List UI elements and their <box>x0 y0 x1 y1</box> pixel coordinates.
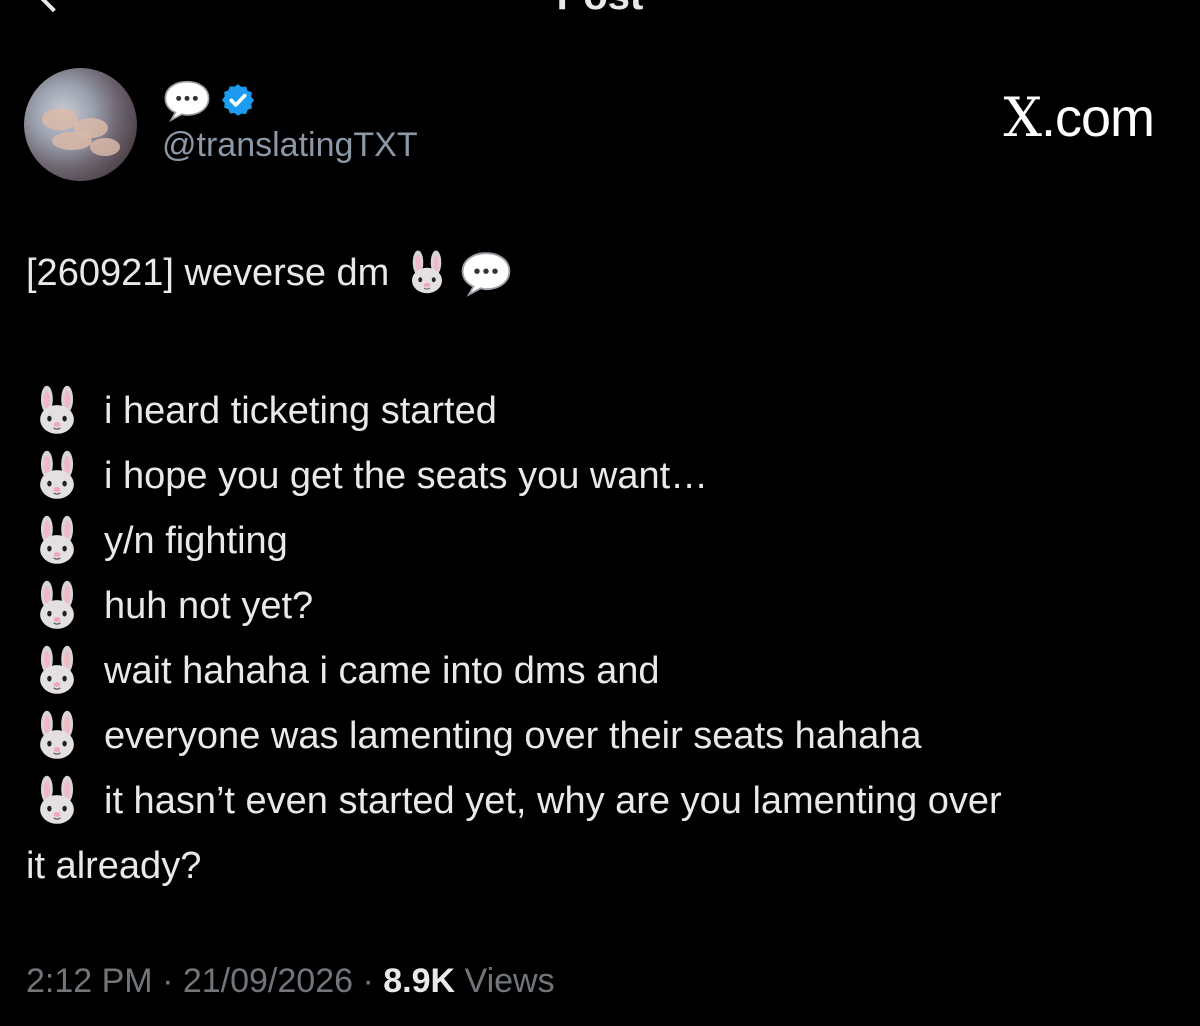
rabbit-face-icon <box>30 384 84 438</box>
screen-title: Post <box>0 0 1200 19</box>
watermark-domain: .com <box>1040 88 1155 148</box>
post-date[interactable]: 21/09/2026 <box>183 962 353 1000</box>
line-text: everyone was lamenting over their seats … <box>104 714 922 757</box>
tweet-headline: [260921] weverse dm <box>26 252 390 294</box>
list-item: y/n fighting <box>26 508 1176 573</box>
rabbit-face-icon <box>30 709 84 763</box>
tweet-body: [260921] weverse dm i heard ticketing st… <box>26 248 1176 898</box>
line-text: it hasn’t even started yet, why are you … <box>104 779 1002 822</box>
rabbit-face-icon <box>30 644 84 698</box>
list-item: wait hahaha i came into dms and <box>26 638 1176 703</box>
list-item: i heard ticketing started <box>26 378 1176 443</box>
line-text: wait hahaha i came into dms and <box>104 649 660 692</box>
x-com-watermark: X.com <box>1003 86 1155 149</box>
meta-separator: · <box>353 962 384 1000</box>
verified-badge-icon <box>221 84 255 116</box>
rabbit-face-icon <box>30 579 84 633</box>
views-count[interactable]: 8.9K <box>383 962 455 1000</box>
top-navigation-bar: Post <box>0 0 1200 20</box>
post-metadata: 2:12 PM · 21/09/2026 · 8.9K Views <box>26 962 555 1001</box>
views-label[interactable]: Views <box>455 962 555 1000</box>
post-time[interactable]: 2:12 PM <box>26 962 153 1000</box>
line-text: i hope you get the seats you want… <box>104 454 709 497</box>
line-text: huh not yet? <box>104 584 314 627</box>
speech-bubble-icon <box>162 78 212 122</box>
meta-separator: · <box>152 962 183 1000</box>
list-item: it hasn’t even started yet, why are you … <box>26 768 1176 833</box>
list-item: i hope you get the seats you want… <box>26 443 1176 508</box>
line-text: i heard ticketing started <box>104 389 497 432</box>
list-item: everyone was lamenting over their seats … <box>26 703 1176 768</box>
line-continuation: it already? <box>26 844 202 887</box>
display-name[interactable] <box>162 78 256 122</box>
rabbit-face-icon <box>30 774 84 828</box>
avatar[interactable] <box>24 68 137 181</box>
list-item: huh not yet? <box>26 573 1176 638</box>
account-handle[interactable]: @translatingTXT <box>162 126 418 165</box>
rabbit-face-icon <box>403 249 451 297</box>
rabbit-face-icon <box>30 514 84 568</box>
rabbit-face-icon <box>30 449 84 503</box>
speech-bubble-icon <box>459 249 513 297</box>
x-logo-letter: X <box>1003 86 1042 149</box>
line-text: y/n fighting <box>104 519 288 562</box>
